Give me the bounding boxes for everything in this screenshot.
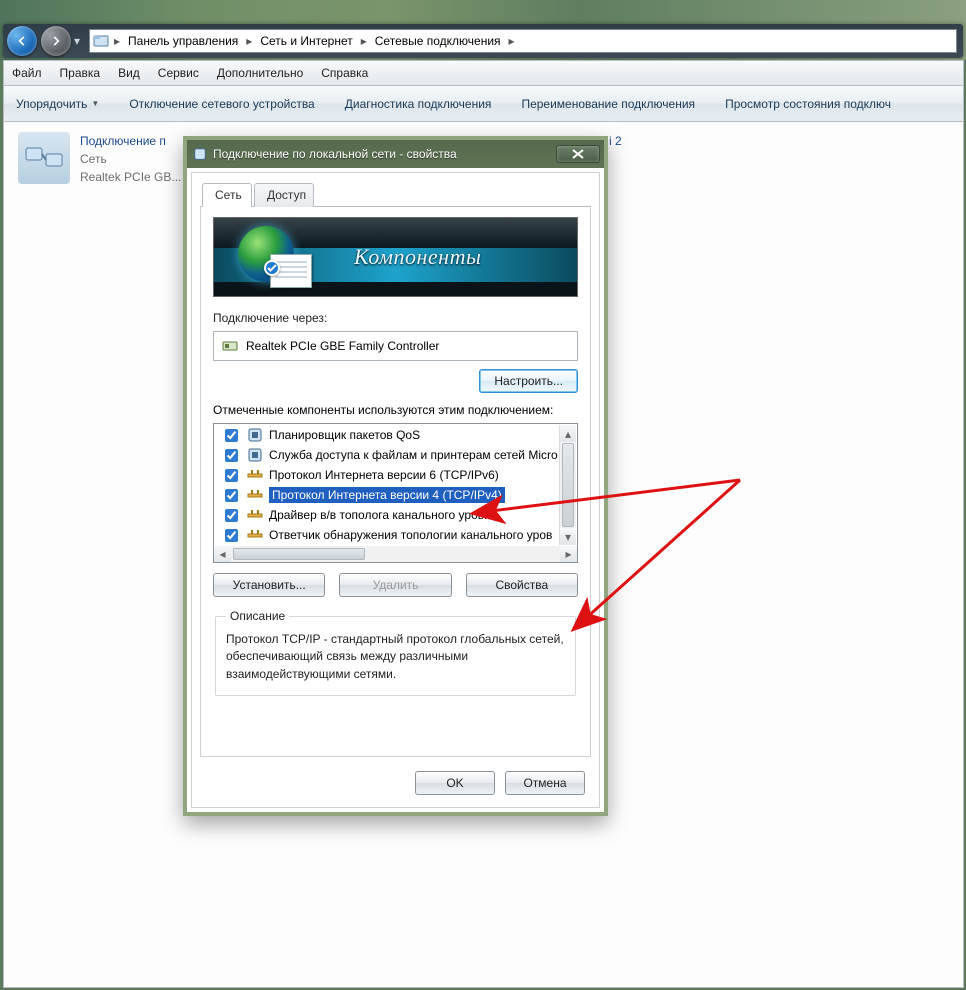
dialog-icon <box>193 147 207 161</box>
scroll-right-icon[interactable]: ▸ <box>560 546 577 562</box>
breadcrumb-network-internet[interactable]: Сеть и Интернет <box>254 34 358 48</box>
remove-button[interactable]: Удалить <box>339 573 451 597</box>
menu-edit[interactable]: Правка <box>60 66 101 80</box>
tab-network[interactable]: Сеть <box>202 183 252 207</box>
service-icon <box>247 447 263 463</box>
address-bar[interactable]: ▸ Панель управления ▸ Сеть и Интернет ▸ … <box>89 29 957 53</box>
connection-item-2-partial: і 2 <box>609 134 622 148</box>
arrow-left-icon <box>15 34 29 48</box>
adapter-name: Realtek PCIe GBE Family Controller <box>246 339 439 353</box>
menu-view[interactable]: Вид <box>118 66 140 80</box>
component-label: Протокол Интернета версии 6 (TCP/IPv6) <box>269 468 499 482</box>
tab-access[interactable]: Доступ <box>254 183 314 207</box>
install-button[interactable]: Установить... <box>213 573 325 597</box>
explorer-navbar: ▾ ▸ Панель управления ▸ Сеть и Интернет … <box>3 24 963 58</box>
scrollbar-thumb[interactable] <box>562 443 574 527</box>
cancel-button[interactable]: Отмена <box>505 771 585 795</box>
connection-network: Сеть <box>80 150 181 168</box>
chevron-down-icon: ▼ <box>91 99 99 108</box>
properties-button[interactable]: Свойства <box>466 573 578 597</box>
component-row[interactable]: Ответчик обнаружения топологии канальног… <box>215 525 559 545</box>
back-button[interactable] <box>7 26 37 56</box>
description-group: Описание Протокол TCP/IP - стандартный п… <box>215 609 576 696</box>
chevron-right-icon: ▸ <box>244 34 254 48</box>
component-label: Протокол Интернета версии 4 (TCP/IPv4) <box>269 487 505 503</box>
component-row[interactable]: Протокол Интернета версии 6 (TCP/IPv6) <box>215 465 559 485</box>
connection-item-text: Подключение п Сеть Realtek PCIe GB... <box>80 132 181 186</box>
configure-button[interactable]: Настроить... <box>479 369 578 393</box>
scrollbar-horizontal[interactable]: ◂ ▸ <box>213 546 578 563</box>
connection-name: Подключение п <box>80 132 181 150</box>
component-row[interactable]: Протокол Интернета версии 4 (TCP/IPv4) <box>215 485 559 505</box>
adapter-icon <box>222 338 238 354</box>
chevron-right-icon: ▸ <box>359 34 369 48</box>
description-text: Протокол TCP/IP - стандартный протокол г… <box>226 631 565 683</box>
scrollbar-thumb-h[interactable] <box>233 548 365 560</box>
component-checkbox[interactable] <box>225 469 238 482</box>
toolbar-status[interactable]: Просмотр состояния подключ <box>725 97 891 111</box>
properties-dialog: Подключение по локальной сети - свойства… <box>183 136 608 816</box>
description-legend: Описание <box>226 609 289 623</box>
component-checkbox[interactable] <box>225 429 238 442</box>
menu-tools[interactable]: Сервис <box>158 66 199 80</box>
scroll-down-icon[interactable]: ▾ <box>560 528 576 545</box>
chevron-right-icon: ▸ <box>112 34 122 48</box>
menu-advanced[interactable]: Дополнительно <box>217 66 303 80</box>
chevron-right-icon: ▸ <box>507 34 517 48</box>
toolbar-disable-device[interactable]: Отключение сетевого устройства <box>129 97 314 111</box>
component-row[interactable]: Служба доступа к файлам и принтерам сете… <box>215 445 559 465</box>
dialog-body: Сеть Доступ Компоненты Подключение через… <box>191 172 600 808</box>
component-checkbox[interactable] <box>225 489 238 502</box>
toolbar-organize[interactable]: Упорядочить ▼ <box>16 97 99 111</box>
component-row[interactable]: Планировщик пакетов QoS <box>215 425 559 445</box>
component-label: Служба доступа к файлам и принтерам сете… <box>269 448 558 462</box>
menu-file[interactable]: Файл <box>12 66 42 80</box>
scrollbar-vertical[interactable]: ▴ ▾ <box>559 425 576 545</box>
protocol-icon <box>247 467 263 483</box>
protocol-icon <box>247 527 263 543</box>
tab-strip: Сеть Доступ <box>200 179 591 207</box>
banner-title: Компоненты <box>354 244 481 270</box>
forward-button[interactable] <box>41 26 71 56</box>
component-label: Драйвер в/в тополога канального уровня <box>269 508 497 522</box>
menubar: Файл Правка Вид Сервис Дополнительно Спр… <box>3 60 964 86</box>
protocol-icon <box>247 487 263 503</box>
component-label: Ответчик обнаружения топологии канальног… <box>269 528 552 542</box>
close-button[interactable] <box>556 145 600 163</box>
component-row[interactable]: Драйвер в/в тополога канального уровня <box>215 505 559 525</box>
scroll-left-icon[interactable]: ◂ <box>214 546 231 562</box>
breadcrumb-network-connections[interactable]: Сетевые подключения <box>369 34 507 48</box>
location-icon <box>90 33 112 49</box>
ok-button[interactable]: OK <box>415 771 495 795</box>
protocol-icon <box>247 507 263 523</box>
adapter-field: Realtek PCIe GBE Family Controller <box>213 331 578 361</box>
dialog-actions: OK Отмена <box>415 771 585 795</box>
toolbar-rename[interactable]: Переименование подключения <box>521 97 695 111</box>
close-icon <box>572 149 584 159</box>
components-listbox[interactable]: Планировщик пакетов QoS Служба доступа к … <box>213 423 578 547</box>
network-adapter-icon <box>18 132 70 184</box>
connection-adapter: Realtek PCIe GB... <box>80 168 181 186</box>
components-banner: Компоненты <box>213 217 578 297</box>
command-bar: Упорядочить ▼ Отключение сетевого устрой… <box>3 86 964 122</box>
breadcrumb-control-panel[interactable]: Панель управления <box>122 34 244 48</box>
component-checkbox[interactable] <box>225 509 238 522</box>
component-checkbox[interactable] <box>225 449 238 462</box>
service-icon <box>247 427 263 443</box>
component-checkbox[interactable] <box>225 529 238 542</box>
arrow-right-icon <box>49 34 63 48</box>
history-dropdown[interactable]: ▾ <box>71 34 83 48</box>
component-label: Планировщик пакетов QoS <box>269 428 420 442</box>
toolbar-diagnose[interactable]: Диагностика подключения <box>345 97 492 111</box>
connect-via-label: Подключение через: <box>213 311 578 325</box>
components-label: Отмеченные компоненты используются этим … <box>213 403 578 417</box>
components-list-container: Планировщик пакетов QoS Служба доступа к … <box>213 423 578 563</box>
menu-help[interactable]: Справка <box>321 66 368 80</box>
dialog-titlebar[interactable]: Подключение по локальной сети - свойства <box>187 140 604 168</box>
dialog-title: Подключение по локальной сети - свойства <box>213 147 457 161</box>
tab-panel-network: Компоненты Подключение через: Realtek PC… <box>200 207 591 757</box>
check-icon <box>264 260 280 276</box>
scroll-up-icon[interactable]: ▴ <box>560 425 576 442</box>
